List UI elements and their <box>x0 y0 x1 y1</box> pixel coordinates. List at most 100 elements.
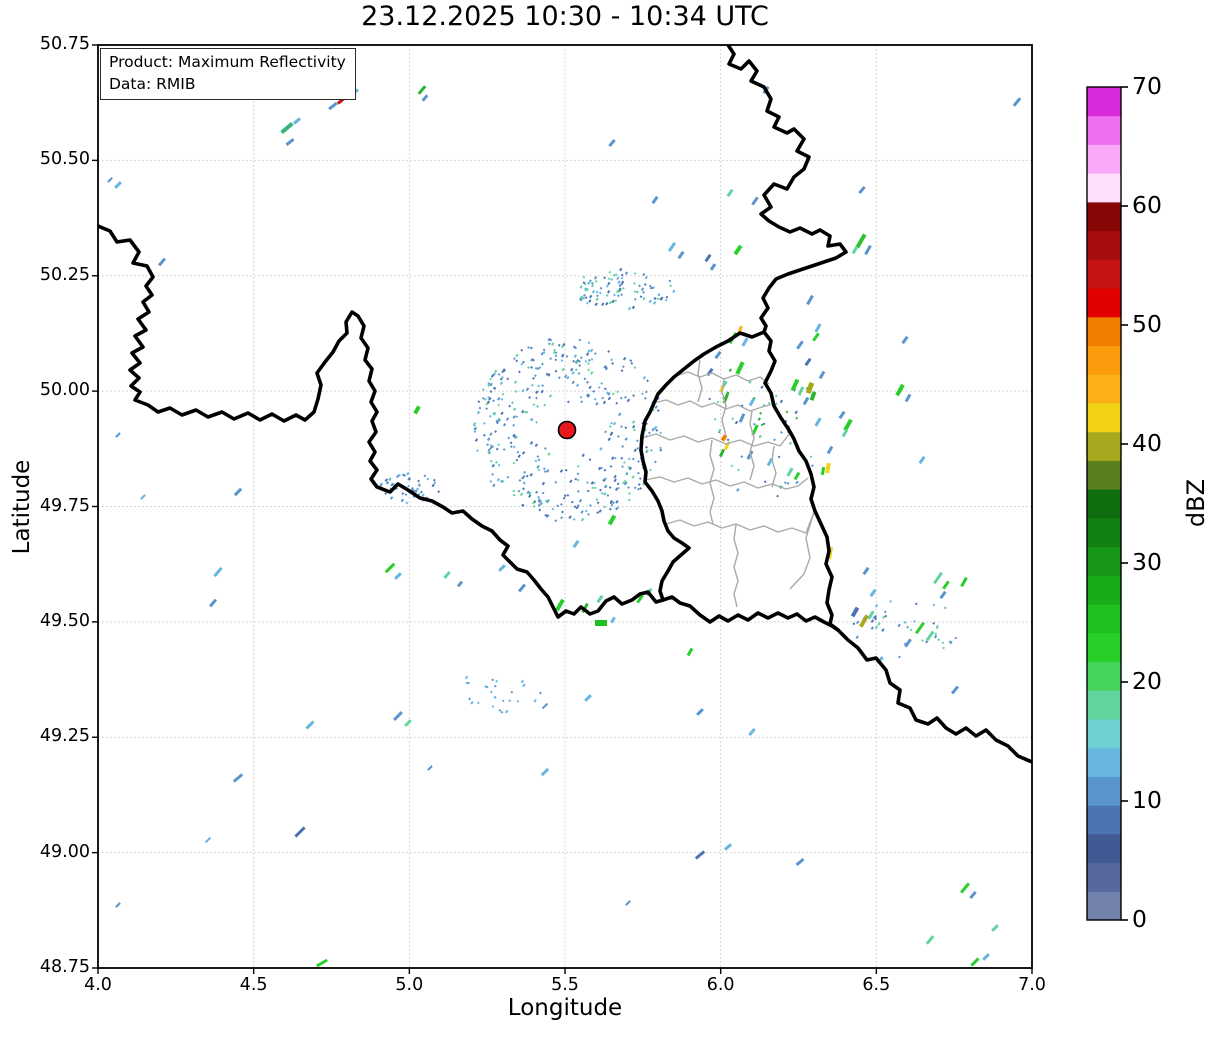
clutter-speck <box>571 371 575 375</box>
clutter-speck <box>649 449 653 452</box>
clutter-speck <box>464 675 469 680</box>
clutter-speck <box>534 443 538 448</box>
colorbar-band <box>1087 747 1121 777</box>
clutter-speck <box>783 481 787 485</box>
clutter-speck <box>506 377 510 381</box>
clutter-speck <box>632 424 636 429</box>
echo-streak <box>812 332 820 342</box>
echo-streak <box>114 181 122 189</box>
clutter-speck <box>554 519 558 523</box>
clutter-speck <box>728 368 732 372</box>
clutter-speck <box>779 399 784 404</box>
colorbar-band <box>1087 517 1121 548</box>
clutter-speck <box>517 370 521 374</box>
clutter-speck <box>618 412 622 417</box>
echo-streak <box>541 702 549 710</box>
echo-streak <box>233 487 243 497</box>
echo-streak <box>723 843 733 851</box>
clutter-speck <box>565 354 569 358</box>
clutter-speck <box>513 357 516 360</box>
y-tick-label: 50.00 <box>39 380 90 401</box>
colorbar-band <box>1087 460 1121 490</box>
clutter-speck <box>906 625 909 629</box>
clutter-speck <box>618 284 622 287</box>
clutter-speck <box>540 389 544 394</box>
clutter-speck <box>594 302 598 307</box>
clutter-speck <box>522 481 526 485</box>
clutter-speck <box>654 405 658 409</box>
clutter-speck <box>616 482 620 486</box>
clutter-speck <box>934 632 938 636</box>
clutter-speck <box>499 381 504 386</box>
clutter-speck <box>730 464 734 468</box>
echo-streak <box>404 719 412 727</box>
clutter-speck <box>537 468 541 472</box>
echo-streak <box>805 381 815 395</box>
clutter-speck <box>537 495 541 499</box>
echo-streak <box>741 337 749 347</box>
clutter-speck <box>586 380 589 384</box>
clutter-speck <box>512 407 517 412</box>
clutter-speck <box>482 433 486 437</box>
echo-streak <box>970 957 980 967</box>
echo-streak <box>748 727 756 737</box>
echo-streak <box>694 850 706 860</box>
clutter-speck <box>668 279 672 283</box>
echo-streak <box>855 233 867 249</box>
clutter-speck <box>487 437 491 441</box>
clutter-speck <box>612 421 617 426</box>
clutter-speck <box>561 353 565 358</box>
clutter-speck <box>572 359 576 363</box>
clutter-speck <box>619 267 623 272</box>
clutter-speck <box>590 283 595 288</box>
clutter-speck <box>474 438 479 442</box>
clutter-speck <box>734 420 739 425</box>
clutter-speck <box>580 517 585 522</box>
clutter-speck <box>757 417 761 421</box>
clutter-speck <box>877 622 881 626</box>
clutter-speck <box>515 353 519 358</box>
district-border <box>771 445 777 488</box>
clutter-speck <box>630 361 634 365</box>
clutter-speck <box>622 365 625 369</box>
clutter-speck <box>585 301 589 305</box>
radar-figure: 23.12.2025 10:30 - 10:34 UTC Product: Ma… <box>0 0 1219 1040</box>
clutter-speck <box>512 461 516 465</box>
clutter-speck <box>501 699 505 703</box>
national-border <box>762 330 840 632</box>
clutter-speck <box>599 446 603 451</box>
clutter-speck <box>544 447 547 450</box>
clutter-speck <box>614 299 618 303</box>
clutter-speck <box>489 432 493 436</box>
clutter-speck <box>532 376 535 380</box>
echo-streak <box>157 257 167 267</box>
echo-streak <box>818 370 826 380</box>
echo-streak <box>384 562 396 574</box>
colorbar-band <box>1087 402 1121 433</box>
clutter-speck <box>502 448 506 451</box>
clutter-speck <box>541 491 545 495</box>
echo-streak <box>720 434 728 442</box>
echo-streak <box>820 466 826 476</box>
clutter-speck <box>548 394 553 398</box>
clutter-speck <box>870 626 874 630</box>
echo-streak <box>140 494 146 500</box>
clutter-speck <box>809 455 813 459</box>
clutter-speck <box>585 481 589 484</box>
clutter-speck <box>495 460 498 464</box>
clutter-speck <box>423 474 427 478</box>
clutter-speck <box>613 474 617 479</box>
echo-streak <box>982 953 990 961</box>
clutter-speck <box>713 417 717 421</box>
colorbar-band <box>1087 489 1121 519</box>
clutter-speck <box>551 507 555 511</box>
clutter-speck <box>623 461 626 464</box>
clutter-speck <box>611 392 615 396</box>
echo-streak <box>498 564 506 572</box>
clutter-speck <box>535 421 538 424</box>
clutter-speck <box>476 701 480 705</box>
y-tick-label: 49.25 <box>39 726 90 747</box>
clutter-speck <box>541 481 546 486</box>
echo-streak <box>709 263 717 271</box>
echo-streak <box>607 514 617 526</box>
